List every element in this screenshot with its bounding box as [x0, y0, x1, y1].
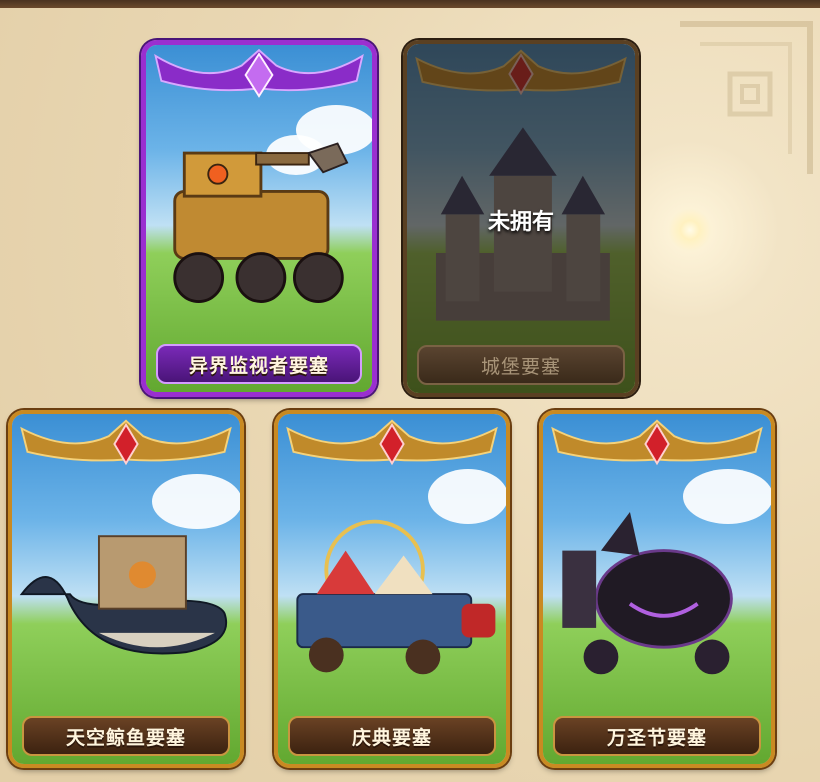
- carnival-vehicle-illustration: [296, 519, 496, 675]
- fortress-name: 天空鲸鱼要塞: [65, 726, 186, 749]
- fortress-card-sky-whale[interactable]: 天空鲸鱼要塞: [8, 410, 244, 768]
- fortress-card-halloween[interactable]: 万圣节要塞: [539, 410, 775, 768]
- fortress-name: 城堡要塞: [480, 355, 561, 378]
- fortress-name: 万圣节要塞: [606, 726, 707, 749]
- red-gem-crest-icon: [286, 419, 498, 466]
- top-frame-bar: [0, 0, 820, 8]
- fortress-name: 异界监视者要塞: [188, 354, 329, 377]
- fortress-name-plate: 天空鲸鱼要塞: [22, 716, 230, 756]
- not-owned-label: 未拥有: [487, 210, 554, 235]
- fortress-card-castle[interactable]: 未拥有 城堡要塞: [403, 40, 639, 397]
- mech-vehicle-illustration: [173, 142, 349, 303]
- corner-ornament: [680, 21, 813, 174]
- fortress-card-otherworld-watcher[interactable]: 异界监视者要塞: [141, 40, 377, 397]
- sky-whale-illustration: [19, 535, 227, 655]
- fortress-name-plate: 异界监视者要塞: [156, 344, 362, 384]
- red-gem-crest-icon: [20, 419, 232, 466]
- fortress-name: 庆典要塞: [351, 726, 432, 749]
- fortress-name-plate: 庆典要塞: [288, 716, 496, 756]
- light-sparkle: [668, 208, 712, 252]
- purple-crest-icon: [154, 48, 364, 98]
- fortress-name-plate: 万圣节要塞: [553, 716, 761, 756]
- fortress-name-plate: 城堡要塞: [417, 345, 625, 385]
- halloween-vehicle-illustration: [562, 511, 733, 675]
- red-gem-crest-icon: [551, 419, 763, 466]
- fortress-card-carnival[interactable]: 庆典要塞: [274, 410, 510, 768]
